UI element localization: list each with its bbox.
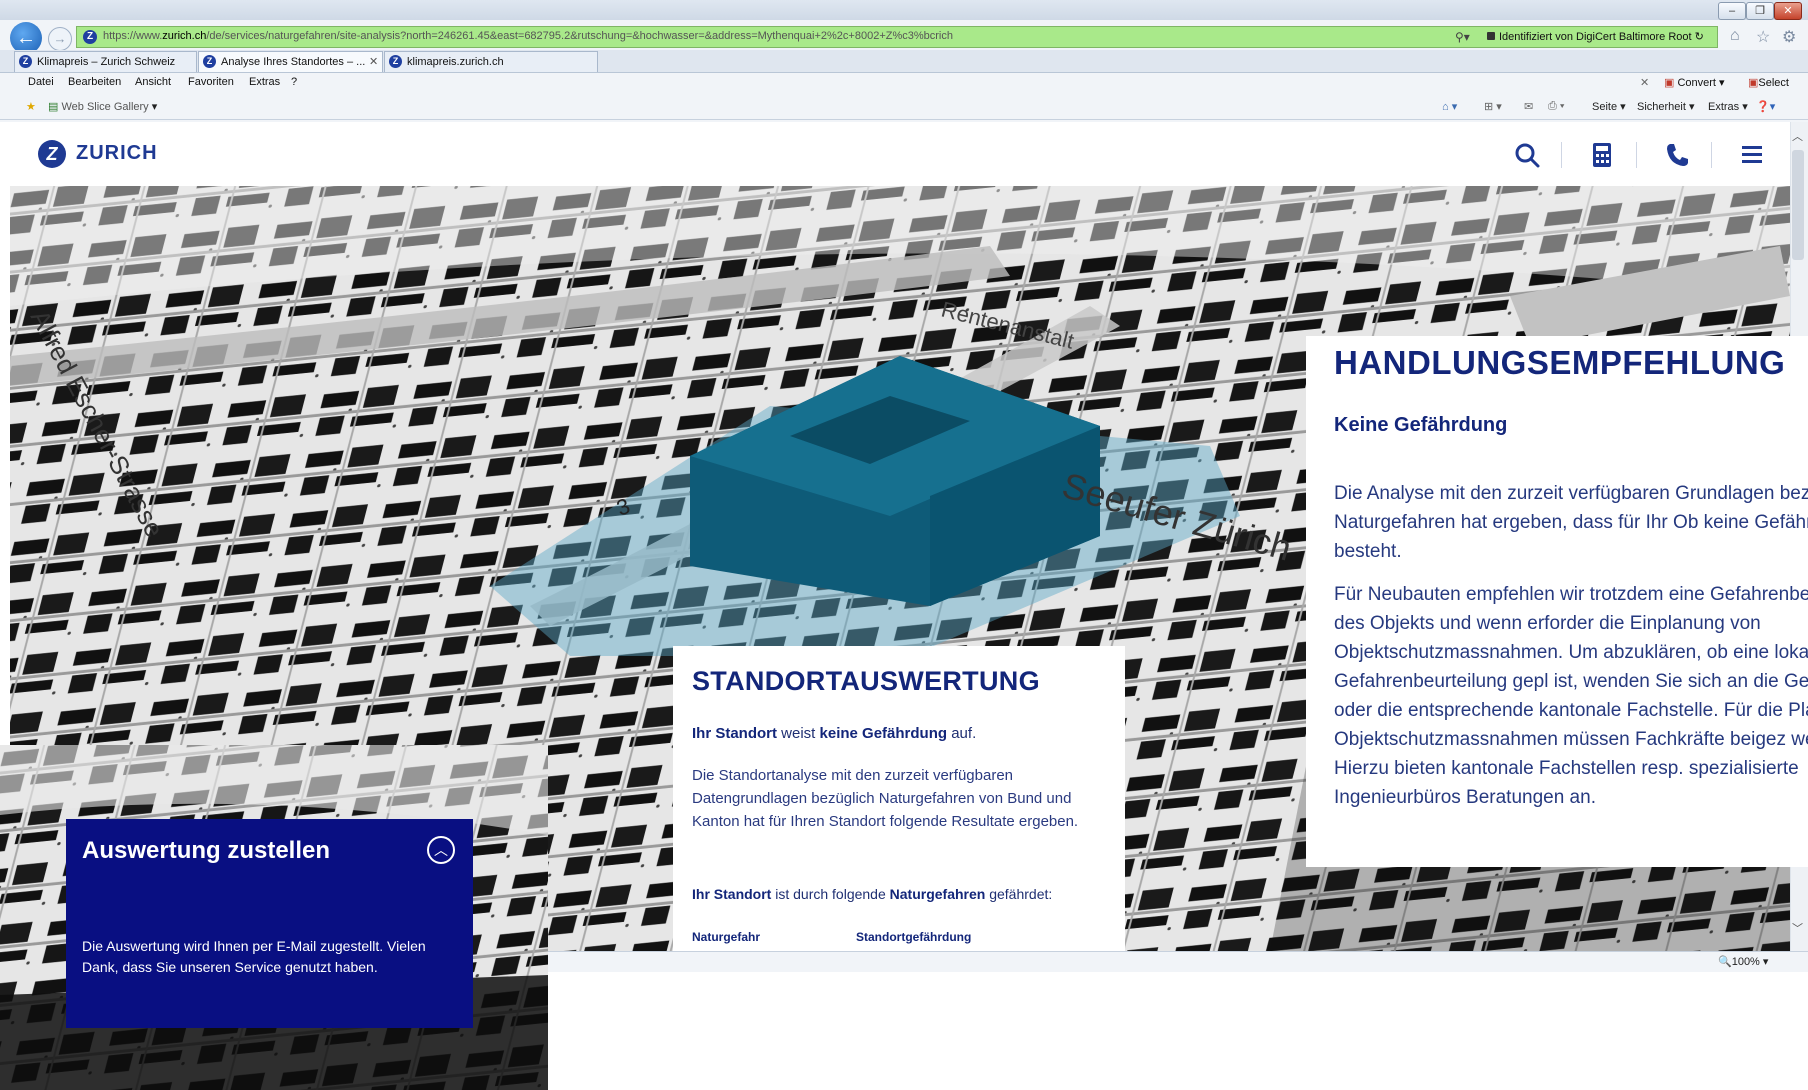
recommendation-title: HANDLUNGSEMPFEHLUNG [1334, 344, 1786, 381]
command-bar [0, 95, 1808, 120]
extras-menu-label: Extras [1708, 101, 1740, 113]
feeds-icon[interactable]: ⊞ ▾ [1484, 100, 1502, 113]
menu-extras[interactable]: Extras [249, 76, 280, 88]
site-status-part: keine Gefährdung [819, 725, 948, 742]
address-bar[interactable]: Z https://www.zurich.ch/de/services/natu… [76, 26, 1718, 48]
site-evaluation-title: STANDORTAUSWERTUNG [692, 666, 1040, 696]
lock-icon [1487, 32, 1495, 40]
zoom-icon: 🔍 [1718, 956, 1732, 968]
tab-close-icon[interactable]: ✕ [369, 52, 378, 72]
tab-favicon-icon: Z [19, 55, 32, 68]
zurich-logo-icon[interactable]: Z [38, 140, 66, 168]
column-header-risk: Standortgefährdung [856, 930, 972, 944]
menu-icon[interactable] [1735, 138, 1769, 172]
tab-favicon-icon: Z [203, 55, 216, 68]
select-icon: ▣ [1748, 77, 1759, 89]
site-evaluation-panel: STANDORTAUSWERTUNG Ihr Standort weist ke… [673, 646, 1125, 951]
url-text[interactable]: https://www.zurich.ch/de/services/naturg… [103, 30, 953, 42]
page-menu-label: Seite [1592, 101, 1618, 113]
calculator-icon[interactable] [1585, 138, 1619, 172]
recommendation-panel: HANDLUNGSEMPFEHLUNG Keine Gefährdung Die… [1306, 336, 1808, 867]
restore-button[interactable]: ❐ [1746, 2, 1774, 20]
url-domain: zurich.ch [162, 30, 207, 42]
scrollbar-thumb[interactable] [1792, 150, 1804, 260]
scroll-up-arrow-icon[interactable]: ︿ [1792, 128, 1803, 144]
zoom-level: 100% [1731, 956, 1760, 968]
recommendation-paragraph-1: Die Analyse mit den zurzeit verfügbaren … [1334, 483, 1808, 562]
extras-menu[interactable]: Extras ▾ [1708, 100, 1748, 113]
scroll-down-arrow-icon[interactable]: ﹀ [1792, 920, 1803, 936]
site-evaluation-paragraph: Die Standortanalyse mit den zurzeit verf… [692, 767, 1079, 830]
minimize-button[interactable]: – [1718, 2, 1746, 20]
security-text: Identifiziert von DigiCert Baltimore Roo… [1499, 31, 1692, 43]
settings-gear-icon[interactable]: ⚙ [1782, 27, 1796, 47]
tab-klimapreis[interactable]: Z Klimapreis – Zurich Schweiz [14, 51, 197, 72]
convert-label: Convert [1677, 77, 1716, 89]
window-titlebar [0, 0, 1808, 20]
menu-file[interactable]: Datei [28, 76, 54, 88]
favorites-add-icon[interactable]: ★ [26, 100, 36, 113]
url-prefix: https://www. [103, 30, 163, 42]
header-divider [1561, 142, 1562, 168]
security-indicator[interactable]: Identifiziert von DigiCert Baltimore Roo… [1487, 30, 1704, 43]
header-divider [1711, 142, 1712, 168]
tab-analyse[interactable]: Z Analyse Ihres Standortes – ... ✕ [198, 51, 383, 72]
page-menu[interactable]: Seite ▾ [1592, 100, 1626, 113]
collapse-chevron-up-icon[interactable]: ︿ [427, 836, 455, 864]
column-header-hazard: Naturgefahr [692, 930, 761, 944]
select-label: Select [1758, 77, 1789, 89]
favorites-star-icon[interactable]: ☆ [1756, 27, 1770, 47]
site-hazard-line: Ihr Standort ist durch folgende Naturgef… [692, 886, 1052, 902]
site-hazard-part: gefährdet: [985, 886, 1053, 902]
security-menu[interactable]: Sicherheit ▾ [1637, 100, 1695, 113]
mail-icon[interactable]: ✉ [1524, 100, 1533, 113]
site-status-line: Ihr Standort weist keine Gefährdung auf. [692, 725, 976, 742]
forward-button[interactable]: → [48, 27, 72, 51]
zoom-control[interactable]: 🔍100% ▾ [1718, 955, 1768, 968]
send-evaluation-text: Die Auswertung wird Ihnen per E-Mail zug… [82, 938, 426, 975]
search-dropdown-icon[interactable]: ⚲▾ [1455, 30, 1470, 44]
site-status-part: auf. [947, 725, 977, 742]
recommendation-subtitle: Keine Gefährdung [1334, 414, 1508, 436]
web-slice-label: Web Slice Gallery [61, 101, 149, 113]
site-hazard-part: Naturgefahren [889, 886, 986, 902]
home-icon[interactable]: ⌂ [1730, 27, 1740, 45]
send-evaluation-title: Auswertung zustellen [82, 837, 331, 864]
pdf-icon: ▣ [1664, 77, 1675, 89]
site-hazard-part: Ihr Standort [692, 886, 772, 902]
site-status-part: weist [777, 725, 820, 742]
logo-text[interactable]: ZURICH [76, 142, 158, 165]
search-icon[interactable] [1510, 138, 1544, 172]
menu-favorites[interactable]: Favoriten [188, 76, 234, 88]
help-icon[interactable]: ❓▾ [1756, 100, 1775, 113]
tab-label: Analyse Ihres Standortes – ... [221, 56, 366, 68]
close-window-button[interactable]: ✕ [1774, 2, 1802, 20]
web-slice-icon: ▤ [48, 101, 59, 113]
send-evaluation-panel: Auswertung zustellen ︿ Die Auswertung wi… [66, 819, 473, 1028]
tab-favicon-icon: Z [389, 55, 402, 68]
tab-label: klimapreis.zurich.ch [407, 56, 504, 68]
security-menu-label: Sicherheit [1637, 101, 1686, 113]
menu-help[interactable]: ? [291, 76, 297, 88]
menu-edit[interactable]: Bearbeiten [68, 76, 121, 88]
recommendation-paragraph-2: Für Neubauten empfehlen wir trotzdem ein… [1334, 584, 1808, 808]
close-toolbar-icon[interactable]: ✕ [1640, 76, 1649, 89]
print-icon[interactable]: ⎙ ▾ [1548, 100, 1564, 113]
status-bar [545, 951, 1808, 972]
header-divider [1636, 142, 1637, 168]
phone-icon[interactable] [1660, 138, 1694, 172]
site-favicon-icon: Z [83, 30, 97, 44]
tab-label: Klimapreis – Zurich Schweiz [37, 56, 176, 68]
select-button[interactable]: ▣Select [1748, 76, 1789, 89]
home-toolbar-icon[interactable]: ⌂ ▾ [1442, 100, 1457, 113]
menu-view[interactable]: Ansicht [135, 76, 171, 88]
tab-klimapreis-zurich[interactable]: Z klimapreis.zurich.ch [384, 51, 598, 72]
site-status-part: Ihr Standort [692, 725, 777, 742]
web-slice-gallery[interactable]: ▤ Web Slice Gallery ▾ [48, 100, 157, 113]
url-path: /de/services/naturgefahren/site-analysis… [206, 30, 953, 42]
site-hazard-part: ist durch folgende [771, 886, 890, 902]
convert-button[interactable]: ▣ Convert ▾ [1664, 76, 1725, 89]
